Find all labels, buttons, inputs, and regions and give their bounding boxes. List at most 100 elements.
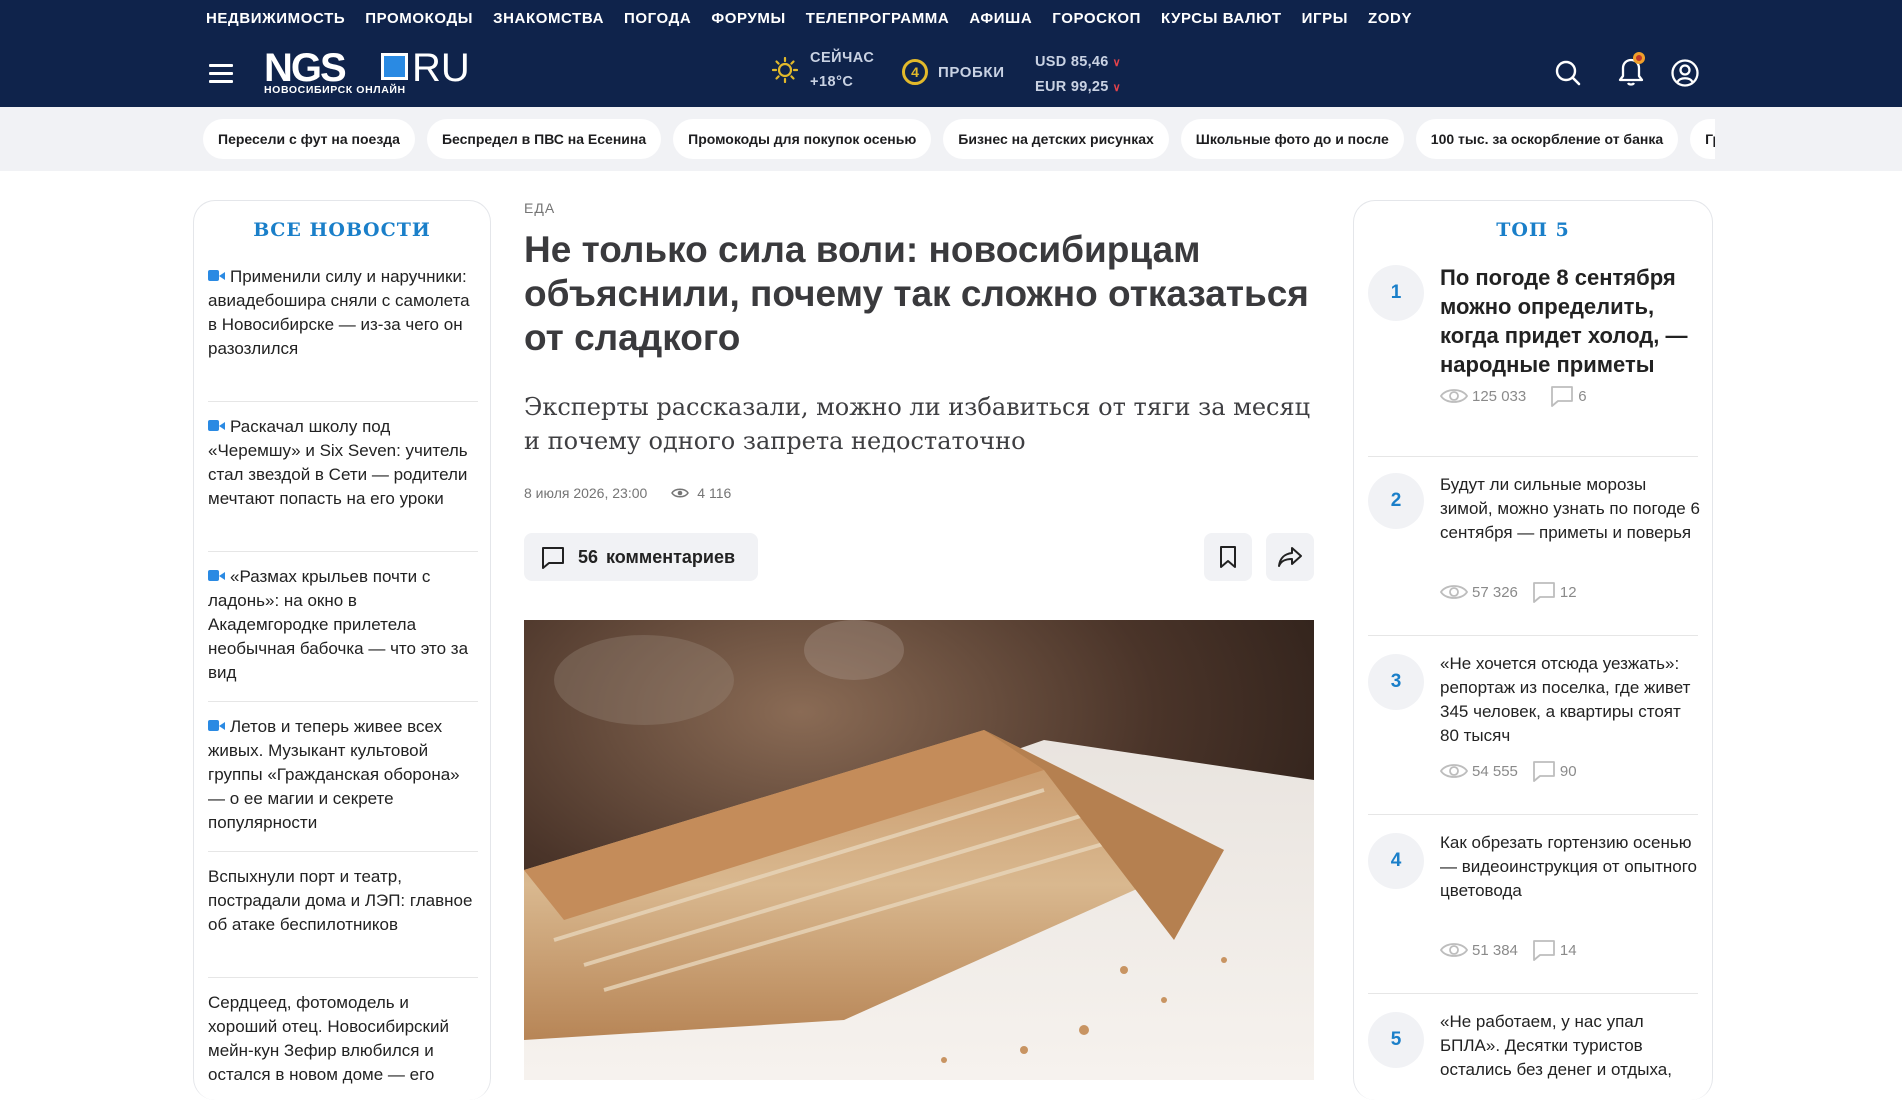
nav-afisha[interactable]: АФИША	[969, 10, 1032, 27]
user-account-icon[interactable]	[1670, 58, 1700, 88]
article-rubric[interactable]: ЕДА	[524, 200, 1316, 216]
bookmark-icon	[1220, 546, 1236, 568]
top-item-views: 51 384	[1472, 941, 1518, 959]
article-meta: 8 июля 2026, 23:00 4 116	[524, 485, 731, 501]
nav-dating[interactable]: ЗНАКОМСТВА	[493, 10, 604, 27]
top-item-stats: 125 033 6	[1440, 385, 1587, 407]
top-item-rank: 1	[1368, 265, 1424, 321]
top5-title: ТОП 5	[1496, 219, 1570, 241]
news-item[interactable]: Вспыхнули порт и театр, пострадали дома …	[208, 852, 478, 978]
news-item-text: Применили силу и наручники: авиадебошира…	[208, 267, 470, 358]
site-logo[interactable]: NGS RU НОВОСИБИРСК ОНЛАЙН	[264, 48, 474, 98]
site-header: НЕДВИЖИМОСТЬ ПРОМОКОДЫ ЗНАКОМСТВА ПОГОДА…	[0, 0, 1902, 107]
top-item-comments: 6	[1578, 387, 1587, 405]
nav-horoscope[interactable]: ГОРОСКОП	[1052, 10, 1141, 27]
top-item-rank: 4	[1368, 833, 1424, 889]
sun-icon	[772, 57, 798, 83]
article-views: 4 116	[697, 485, 732, 501]
bookmark-button[interactable]	[1204, 533, 1252, 581]
comment-icon	[1532, 582, 1555, 603]
traffic-widget[interactable]: 4 ПРОБКИ	[902, 59, 1005, 85]
tag-chip[interactable]: Школьные фото до и после	[1180, 119, 1404, 159]
tag-chip[interactable]: Беспредел в ПВС на Есенина	[426, 119, 662, 159]
article: ЕДА Не только сила воли: новосибирцам об…	[524, 200, 1316, 1080]
news-item[interactable]: Летов и теперь живее всех живых. Музыкан…	[208, 702, 478, 852]
comments-label: комментариев	[606, 546, 736, 567]
menu-icon[interactable]	[209, 64, 233, 83]
comment-icon	[1551, 386, 1574, 407]
hot-tags: Пересели с фут на поезда Беспредел в ПВС…	[203, 119, 1715, 159]
article-title: Не только сила воли: новосибирцам объясн…	[524, 229, 1309, 358]
comment-icon	[542, 547, 564, 569]
article-photo[interactable]	[524, 620, 1314, 1080]
comment-icon	[1532, 761, 1555, 782]
weather-widget[interactable]: СЕЙЧАС +18°C	[772, 50, 874, 90]
top-item-title: «Не хочется отсюда уезжать»: репортаж из…	[1440, 654, 1691, 745]
tag-chip[interactable]: Грибы осенью	[1690, 119, 1715, 159]
top-item[interactable]: 2 Будут ли сильные морозы зимой, можно у…	[1368, 457, 1700, 636]
news-item[interactable]: «Размах крыльев почти с ладонь»: на окно…	[208, 552, 478, 702]
eye-icon	[1440, 585, 1468, 599]
news-item[interactable]: Применили силу и наручники: авиадебошира…	[208, 265, 478, 402]
article-subtitle: Эксперты рассказали, можно ли избавиться…	[524, 393, 1311, 455]
traffic-level: 4	[902, 59, 928, 85]
nav-realty[interactable]: НЕДВИЖИМОСТЬ	[206, 10, 345, 27]
top-item-rank: 2	[1368, 473, 1424, 529]
comments-count: 56	[578, 546, 599, 567]
top-item[interactable]: 4 Как обрезать гортензию осенью — видеои…	[1368, 815, 1698, 994]
nav-zody[interactable]: ZODY	[1368, 10, 1412, 27]
top5-column: ТОП 5 1 По погоде 8 сентября можно опред…	[1353, 200, 1713, 1100]
top-item-stats: 57 326 12	[1440, 581, 1577, 603]
top-item[interactable]: 1 По погоде 8 сентября можно определить,…	[1368, 263, 1698, 457]
logo-ru: RU	[412, 46, 470, 90]
nav-weather[interactable]: ПОГОДА	[624, 10, 691, 27]
video-icon	[208, 420, 225, 431]
all-news-title[interactable]: ВСЕ НОВОСТИ	[194, 219, 490, 241]
cake-photo-illustration	[524, 620, 1314, 1080]
share-icon	[1278, 547, 1302, 567]
search-icon[interactable]	[1553, 58, 1583, 88]
nav-currency[interactable]: КУРСЫ ВАЛЮТ	[1161, 10, 1282, 27]
tag-chip[interactable]: Промокоды для покупок осенью	[673, 119, 932, 159]
top-item-rank: 3	[1368, 654, 1424, 710]
tag-chip[interactable]: Пересели с фут на поезда	[203, 119, 415, 159]
news-item-text: «Размах крыльев почти с ладонь»: на окно…	[208, 567, 469, 682]
video-icon	[208, 720, 225, 731]
news-item[interactable]: Сердцеед, фотомодель и хороший отец. Нов…	[208, 978, 478, 1098]
notification-bell-icon[interactable]	[1613, 52, 1649, 88]
news-item[interactable]: Раскачал школу под «Черемшу» и Six Seven…	[208, 402, 478, 552]
top-item-title: Будут ли сильные морозы зимой, можно узн…	[1440, 475, 1700, 542]
tag-chip[interactable]: Бизнес на детских рисунках	[943, 119, 1169, 159]
eye-icon	[1440, 389, 1468, 403]
top-item[interactable]: 3 «Не хочется отсюда уезжать»: репортаж …	[1368, 636, 1698, 815]
top-item-rank: 5	[1368, 1012, 1424, 1068]
top-item-title: Как обрезать гортензию осенью — видеоинс…	[1440, 833, 1697, 900]
top-item-stats: 54 555 90	[1440, 760, 1577, 782]
nav-games[interactable]: ИГРЫ	[1302, 10, 1348, 27]
chevron-down-icon: ∨	[1112, 82, 1121, 94]
news-item-text: Вспыхнули порт и театр, пострадали дома …	[208, 867, 473, 934]
nav-forums[interactable]: ФОРУМЫ	[711, 10, 785, 27]
usd-rate: USD 85,46	[1035, 54, 1109, 70]
comments-button[interactable]: 56 комментариев	[524, 533, 758, 581]
nav-tv[interactable]: ТЕЛЕПРОГРАММА	[806, 10, 950, 27]
top-item-title: По погоде 8 сентября можно определить, к…	[1440, 265, 1688, 377]
top-item-views: 125 033	[1472, 387, 1527, 405]
weather-label: СЕЙЧАС	[810, 50, 875, 66]
currency-widget[interactable]: USD 85,46 ∨ EUR 99,25 ∨	[1035, 50, 1121, 100]
share-button[interactable]	[1266, 533, 1314, 581]
eye-icon	[1440, 764, 1468, 778]
nav-promocodes[interactable]: ПРОМОКОДЫ	[365, 10, 473, 27]
comment-icon	[1532, 940, 1555, 961]
top-item-comments: 12	[1559, 583, 1577, 601]
news-item-text: Сердцеед, фотомодель и хороший отец. Нов…	[208, 993, 449, 1084]
eur-rate: EUR 99,25	[1035, 79, 1109, 95]
logo-square	[381, 53, 408, 80]
news-item-text: Летов и теперь живее всех живых. Музыкан…	[208, 717, 460, 832]
chevron-down-icon: ∨	[1112, 57, 1121, 69]
eye-icon	[671, 488, 690, 498]
logo-subtitle: НОВОСИБИРСК ОНЛАЙН	[264, 84, 406, 96]
eye-icon	[1440, 943, 1468, 957]
tag-chip[interactable]: 100 тыс. за оскорбление от банка	[1415, 119, 1679, 159]
top-item[interactable]: 5 «Не работаем, у нас упал БПЛА». Десятк…	[1368, 994, 1698, 1114]
